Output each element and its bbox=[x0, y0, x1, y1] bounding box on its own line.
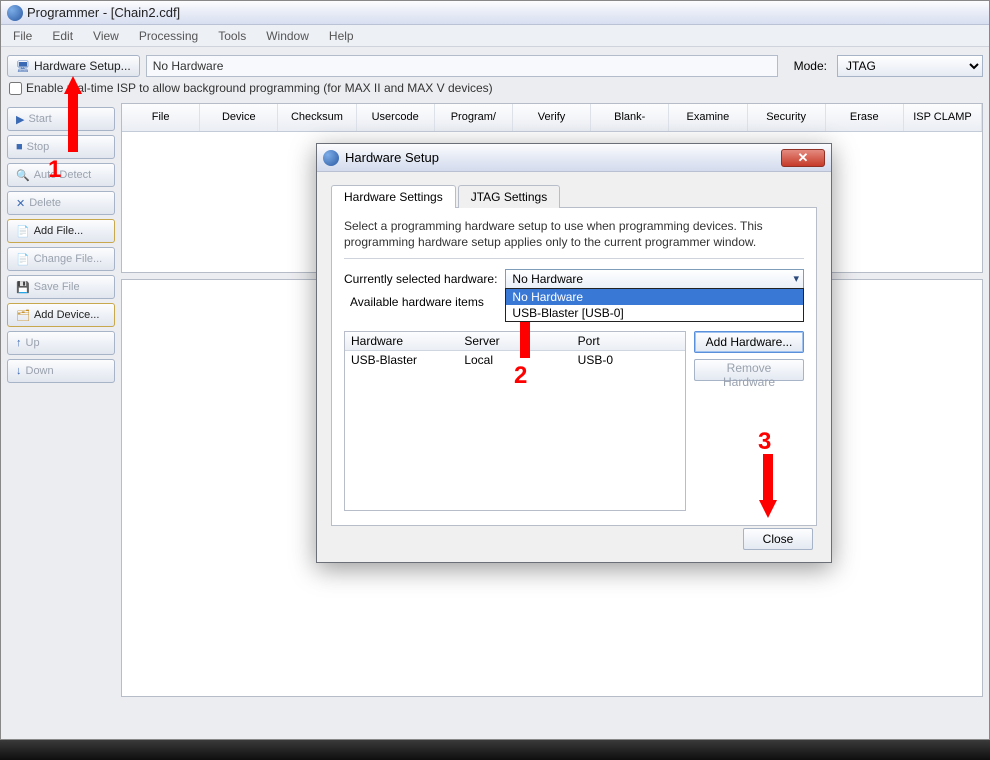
combo-item-usb-blaster[interactable]: USB-Blaster [USB-0] bbox=[506, 305, 803, 321]
hardware-side-buttons: Add Hardware... Remove Hardware bbox=[694, 331, 804, 511]
annotation-num-1: 1 bbox=[48, 156, 61, 184]
delete-button[interactable]: ✕Delete bbox=[7, 191, 115, 215]
hardware-setup-dialog: Hardware Setup ✕ Hardware Settings JTAG … bbox=[316, 143, 832, 563]
down-icon: ↓ bbox=[16, 365, 22, 377]
menubar: File Edit View Processing Tools Window H… bbox=[1, 25, 989, 47]
col-security[interactable]: Security bbox=[748, 104, 826, 131]
change-file-button[interactable]: 📄Change File... bbox=[7, 247, 115, 271]
hardware-combo[interactable]: No Hardware No Hardware USB-Blaster [USB… bbox=[505, 269, 804, 289]
taskbar bbox=[0, 740, 990, 760]
tab-jtag-settings[interactable]: JTAG Settings bbox=[458, 185, 560, 208]
col-usercode[interactable]: Usercode bbox=[357, 104, 435, 131]
app-icon bbox=[7, 5, 23, 21]
menu-file[interactable]: File bbox=[5, 27, 40, 45]
add-file-button[interactable]: 📄Add File... bbox=[7, 219, 115, 243]
isp-label: Enable real-time ISP to allow background… bbox=[26, 81, 493, 95]
isp-row: Enable real-time ISP to allow background… bbox=[1, 81, 989, 103]
help-back-icon[interactable] bbox=[366, 28, 382, 44]
dialog-footer: Close bbox=[743, 528, 813, 550]
col-file[interactable]: File bbox=[122, 104, 200, 131]
dialog-titlebar: Hardware Setup ✕ bbox=[317, 144, 831, 172]
combo-item-no-hardware[interactable]: No Hardware bbox=[506, 289, 803, 305]
dialog-title: Hardware Setup bbox=[345, 150, 439, 165]
change-file-icon: 📄 bbox=[16, 253, 30, 266]
dialog-icon bbox=[323, 150, 339, 166]
annotation-num-3: 3 bbox=[758, 428, 771, 456]
menu-edit[interactable]: Edit bbox=[44, 27, 81, 45]
col-examine[interactable]: Examine bbox=[669, 104, 747, 131]
hardware-box: Hardware Server Port USB-Blaster Local U… bbox=[344, 313, 804, 511]
col-device[interactable]: Device bbox=[200, 104, 278, 131]
mode-label: Mode: bbox=[794, 59, 827, 73]
dialog-description: Select a programming hardware setup to u… bbox=[344, 218, 804, 259]
hw-col-hardware[interactable]: Hardware bbox=[345, 332, 458, 350]
col-checksum[interactable]: Checksum bbox=[278, 104, 356, 131]
hw-cell-hardware: USB-Blaster bbox=[345, 351, 458, 369]
toolbar: 🖥 Hardware Setup... No Hardware Mode: JT… bbox=[1, 47, 989, 81]
grid-header: File Device Checksum Usercode Program/ V… bbox=[122, 104, 982, 132]
add-file-icon: 📄 bbox=[16, 225, 30, 238]
add-hardware-button[interactable]: Add Hardware... bbox=[694, 331, 804, 353]
selected-hardware-row: Currently selected hardware: No Hardware… bbox=[344, 269, 804, 289]
selected-hardware-label: Currently selected hardware: bbox=[344, 272, 497, 286]
col-isp-clamp[interactable]: ISP CLAMP bbox=[904, 104, 982, 131]
menu-processing[interactable]: Processing bbox=[131, 27, 206, 45]
dialog-body: Hardware Settings JTAG Settings Select a… bbox=[317, 172, 831, 538]
remove-hardware-button[interactable]: Remove Hardware bbox=[694, 359, 804, 381]
hw-col-server[interactable]: Server bbox=[458, 332, 571, 350]
tabstrip: Hardware Settings JTAG Settings bbox=[331, 184, 817, 208]
delete-icon: ✕ bbox=[16, 197, 25, 210]
add-device-button[interactable]: 🗂Add Device... bbox=[7, 303, 115, 327]
up-button[interactable]: ↑Up bbox=[7, 331, 115, 355]
tab-hardware-settings[interactable]: Hardware Settings bbox=[331, 185, 456, 208]
menu-window[interactable]: Window bbox=[258, 27, 317, 45]
tabpane: Select a programming hardware setup to u… bbox=[331, 208, 817, 526]
hardware-combo-button[interactable]: No Hardware bbox=[505, 269, 804, 289]
menu-help[interactable]: Help bbox=[321, 27, 362, 45]
close-icon[interactable]: ✕ bbox=[781, 149, 825, 167]
current-hardware-field: No Hardware bbox=[146, 55, 778, 77]
save-file-button[interactable]: 💾Save File bbox=[7, 275, 115, 299]
hardware-list: Hardware Server Port USB-Blaster Local U… bbox=[344, 331, 686, 511]
start-button[interactable]: ▶Start bbox=[7, 107, 115, 131]
down-button[interactable]: ↓Down bbox=[7, 359, 115, 383]
col-program[interactable]: Program/ bbox=[435, 104, 513, 131]
window-title: Programmer - [Chain2.cdf] bbox=[27, 5, 180, 20]
stop-icon: ■ bbox=[16, 141, 23, 153]
col-erase[interactable]: Erase bbox=[826, 104, 904, 131]
hardware-icon: 🖥 bbox=[16, 60, 30, 73]
hardware-combo-list: No Hardware USB-Blaster [USB-0] bbox=[505, 288, 804, 322]
titlebar: Programmer - [Chain2.cdf] bbox=[1, 1, 989, 25]
sidebar: ▶Start ■Stop 🔍Auto Detect ✕Delete 📄Add F… bbox=[1, 103, 121, 703]
close-button[interactable]: Close bbox=[743, 528, 813, 550]
isp-checkbox[interactable] bbox=[9, 82, 22, 95]
save-icon: 💾 bbox=[16, 281, 30, 294]
col-blank[interactable]: Blank- bbox=[591, 104, 669, 131]
play-icon: ▶ bbox=[16, 113, 24, 126]
detect-icon: 🔍 bbox=[16, 169, 30, 182]
menu-view[interactable]: View bbox=[85, 27, 127, 45]
hw-col-port[interactable]: Port bbox=[572, 332, 685, 350]
add-device-icon: 🗂 bbox=[16, 309, 30, 322]
up-icon: ↑ bbox=[16, 337, 22, 349]
col-verify[interactable]: Verify bbox=[513, 104, 591, 131]
hardware-setup-button[interactable]: 🖥 Hardware Setup... bbox=[7, 55, 140, 77]
hardware-list-header: Hardware Server Port bbox=[345, 332, 685, 351]
hw-cell-port: USB-0 bbox=[572, 351, 685, 369]
menu-tools[interactable]: Tools bbox=[210, 27, 254, 45]
annotation-num-2: 2 bbox=[514, 362, 527, 390]
mode-select[interactable]: JTAG bbox=[837, 55, 983, 77]
